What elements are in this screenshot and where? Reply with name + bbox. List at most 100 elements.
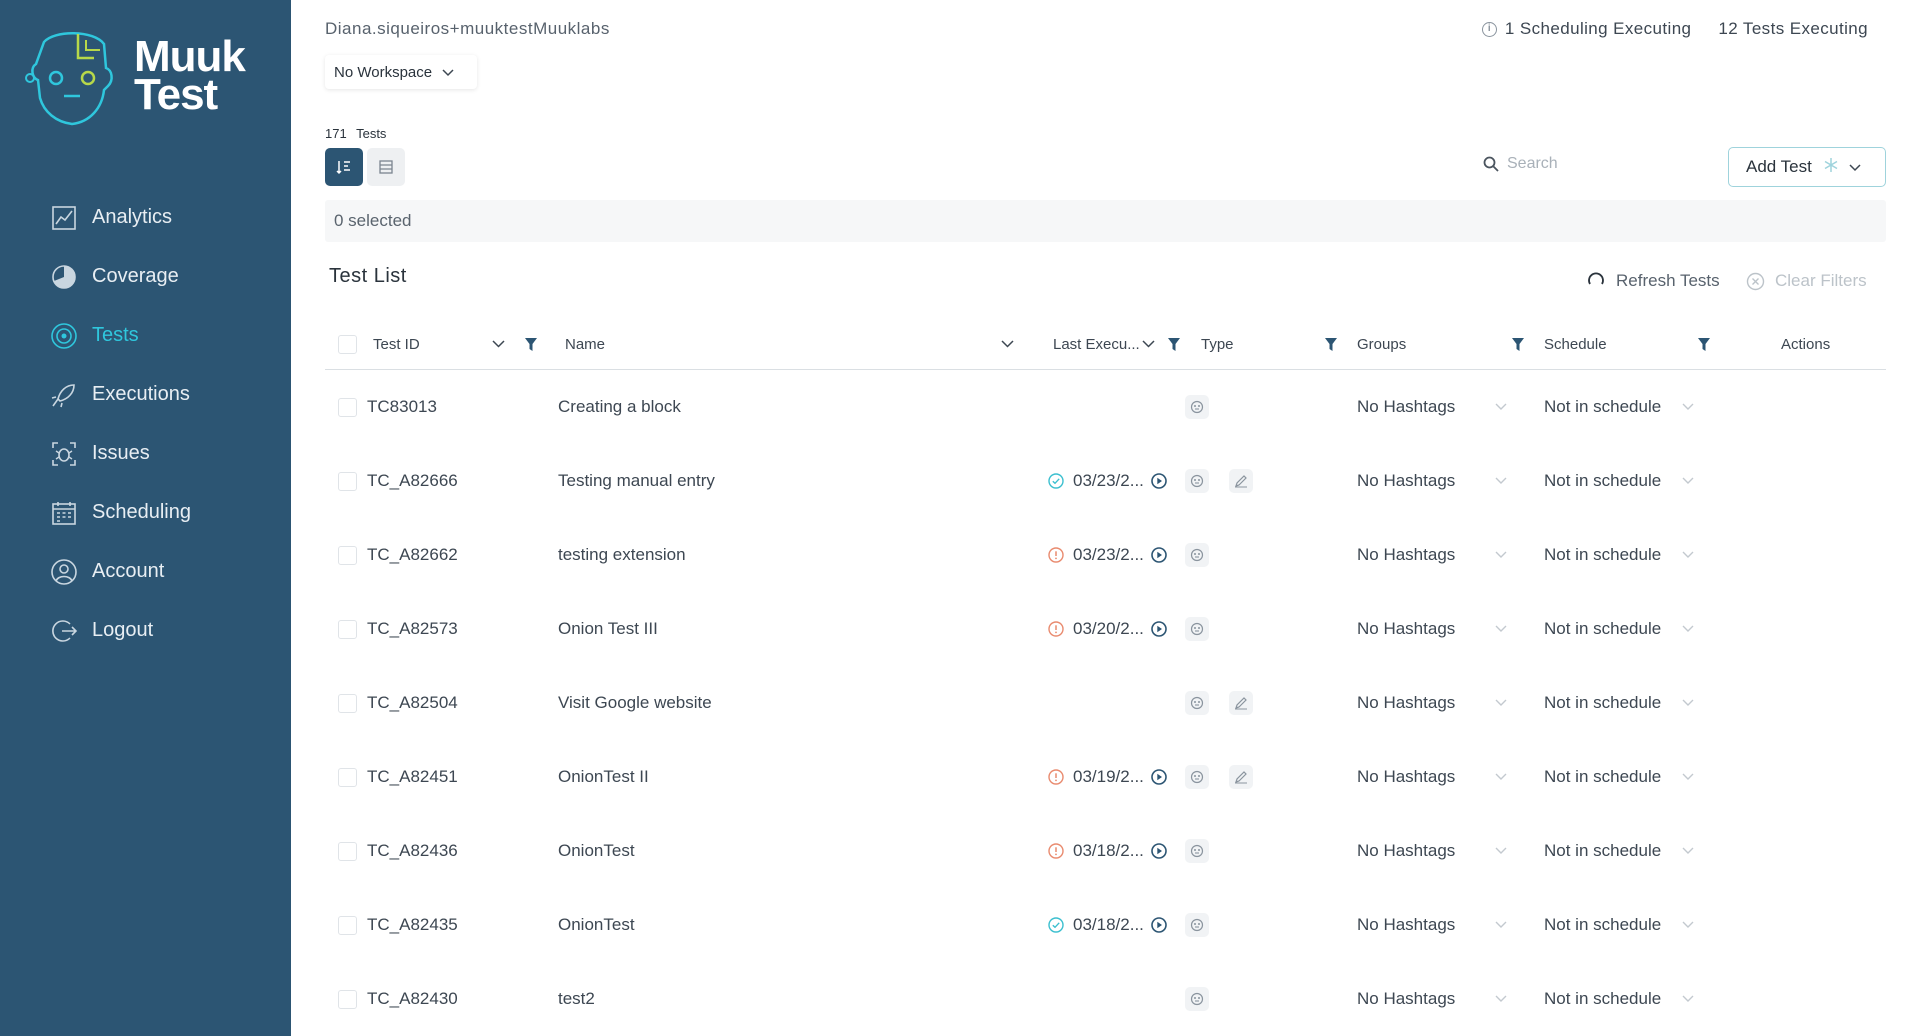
column-actions: Actions	[1781, 320, 1830, 368]
scheduling-status[interactable]: i 1 Scheduling Executing	[1481, 19, 1691, 39]
groups-dropdown[interactable]: No Hashtags	[1357, 370, 1509, 444]
sidebar-item-account[interactable]: Account	[0, 542, 291, 601]
row-checkbox[interactable]	[338, 397, 357, 417]
sidebar-item-scheduling[interactable]: Scheduling	[0, 483, 291, 542]
select-all-checkbox[interactable]	[338, 334, 357, 354]
row-checkbox[interactable]	[338, 471, 357, 491]
row-checkbox[interactable]	[338, 545, 357, 565]
muuktest-logo[interactable]: Muuk Test	[24, 28, 274, 138]
play-icon[interactable]	[1151, 621, 1167, 637]
filter-type-button[interactable]	[1325, 320, 1337, 368]
table-row[interactable]: TC_A82662 testing extension 03/23/2... No H…	[325, 518, 1886, 592]
test-id[interactable]: TC_A82436	[367, 814, 458, 888]
groups-dropdown[interactable]: No Hashtags	[1357, 814, 1509, 888]
row-checkbox[interactable]	[338, 619, 357, 639]
play-icon[interactable]	[1151, 843, 1167, 859]
tests-status-text[interactable]: 12 Tests Executing	[1718, 19, 1868, 39]
test-id[interactable]: TC_A82435	[367, 888, 458, 962]
filter-last-execution-button[interactable]	[1168, 320, 1180, 368]
row-checkbox[interactable]	[338, 989, 357, 1009]
snowflake-icon	[1823, 157, 1839, 178]
test-name[interactable]: testing extension	[558, 518, 686, 592]
row-checkbox[interactable]	[338, 915, 357, 935]
schedule-dropdown[interactable]: Not in schedule	[1544, 370, 1696, 444]
table-row[interactable]: TC83013 Creating a block No Hashtags Not in…	[325, 370, 1886, 444]
column-name[interactable]: Name	[565, 320, 605, 368]
sidebar-item-coverage[interactable]: Coverage	[0, 247, 291, 306]
table-row[interactable]: TC_A82573 Onion Test III 03/20/2... No Hash…	[325, 592, 1886, 666]
test-name[interactable]: Testing manual entry	[558, 444, 715, 518]
test-table-body: TC83013 Creating a block No Hashtags Not in…	[325, 370, 1886, 1036]
test-id[interactable]: TC_A82430	[367, 962, 458, 1036]
play-icon[interactable]	[1151, 473, 1167, 489]
workspace-dropdown[interactable]: No Workspace	[325, 55, 477, 89]
schedule-dropdown[interactable]: Not in schedule	[1544, 518, 1696, 592]
play-icon[interactable]	[1151, 917, 1167, 933]
schedule-dropdown[interactable]: Not in schedule	[1544, 740, 1696, 814]
filter-test-id-button[interactable]	[525, 320, 537, 368]
test-id[interactable]: TC_A82666	[367, 444, 458, 518]
chevron-down-icon	[1849, 157, 1861, 177]
filter-schedule-button[interactable]	[1698, 320, 1710, 368]
test-name[interactable]: OnionTest	[558, 888, 635, 962]
search-icon	[1483, 156, 1499, 172]
table-row[interactable]: TC_A82504 Visit Google website No Hashtags…	[325, 666, 1886, 740]
sidebar-item-analytics[interactable]: Analytics	[0, 188, 291, 247]
test-name[interactable]: OnionTest	[558, 814, 635, 888]
table-row[interactable]: TC_A82436 OnionTest 03/18/2... No Hashtags N…	[325, 814, 1886, 888]
column-schedule[interactable]: Schedule	[1544, 320, 1607, 368]
column-test-id[interactable]: Test ID	[373, 320, 420, 368]
play-icon[interactable]	[1151, 547, 1167, 563]
clear-filters-button[interactable]: Clear Filters	[1746, 271, 1867, 291]
column-groups[interactable]: Groups	[1357, 320, 1406, 368]
schedule-dropdown[interactable]: Not in schedule	[1544, 888, 1696, 962]
schedule-value: Not in schedule	[1544, 841, 1662, 860]
add-test-button[interactable]: Add Test	[1728, 147, 1886, 187]
test-id[interactable]: TC_A82504	[367, 666, 458, 740]
groups-dropdown[interactable]: No Hashtags	[1357, 962, 1509, 1036]
grid-view-button[interactable]	[367, 148, 405, 186]
sidebar-item-logout[interactable]: Logout	[0, 601, 291, 660]
row-checkbox[interactable]	[338, 841, 357, 861]
row-checkbox[interactable]	[338, 693, 357, 713]
groups-dropdown[interactable]: No Hashtags	[1357, 592, 1509, 666]
column-type[interactable]: Type	[1201, 320, 1234, 368]
refresh-tests-button[interactable]: Refresh Tests	[1587, 271, 1720, 291]
column-last-execution[interactable]: Last Execu...	[1053, 320, 1155, 368]
test-name[interactable]: Onion Test III	[558, 592, 658, 666]
schedule-dropdown[interactable]: Not in schedule	[1544, 592, 1696, 666]
sort-name-button[interactable]	[1001, 320, 1014, 368]
test-id[interactable]: TC_A82573	[367, 592, 458, 666]
groups-dropdown[interactable]: No Hashtags	[1357, 444, 1509, 518]
search-input[interactable]	[1507, 155, 1667, 173]
sort-test-id-button[interactable]	[492, 320, 505, 368]
groups-dropdown[interactable]: No Hashtags	[1357, 666, 1509, 740]
search-box[interactable]	[1483, 155, 1667, 173]
test-name[interactable]: OnionTest II	[558, 740, 649, 814]
schedule-dropdown[interactable]: Not in schedule	[1544, 962, 1696, 1036]
list-view-button[interactable]	[325, 148, 363, 186]
schedule-dropdown[interactable]: Not in schedule	[1544, 814, 1696, 888]
play-icon[interactable]	[1151, 769, 1167, 785]
test-id[interactable]: TC_A82662	[367, 518, 458, 592]
test-name[interactable]: Creating a block	[558, 370, 681, 444]
filter-groups-button[interactable]	[1512, 320, 1524, 368]
table-row[interactable]: TC_A82666 Testing manual entry 03/23/2... N…	[325, 444, 1886, 518]
groups-dropdown[interactable]: No Hashtags	[1357, 888, 1509, 962]
test-id[interactable]: TC_A82451	[367, 740, 458, 814]
schedule-dropdown[interactable]: Not in schedule	[1544, 444, 1696, 518]
sidebar-item-issues[interactable]: Issues	[0, 424, 291, 483]
robot-icon	[1185, 469, 1209, 493]
groups-dropdown[interactable]: No Hashtags	[1357, 740, 1509, 814]
sidebar-item-executions[interactable]: Executions	[0, 365, 291, 424]
sidebar-item-tests[interactable]: Tests	[0, 306, 291, 365]
table-row[interactable]: TC_A82435 OnionTest 03/18/2... No Hashtags N…	[325, 888, 1886, 962]
row-checkbox[interactable]	[338, 767, 357, 787]
test-name[interactable]: test2	[558, 962, 595, 1036]
schedule-dropdown[interactable]: Not in schedule	[1544, 666, 1696, 740]
table-row[interactable]: TC_A82430 test2 No Hashtags Not in schedule	[325, 962, 1886, 1036]
test-id[interactable]: TC83013	[367, 370, 437, 444]
table-row[interactable]: TC_A82451 OnionTest II 03/19/2... No Hashta…	[325, 740, 1886, 814]
test-name[interactable]: Visit Google website	[558, 666, 712, 740]
groups-dropdown[interactable]: No Hashtags	[1357, 518, 1509, 592]
